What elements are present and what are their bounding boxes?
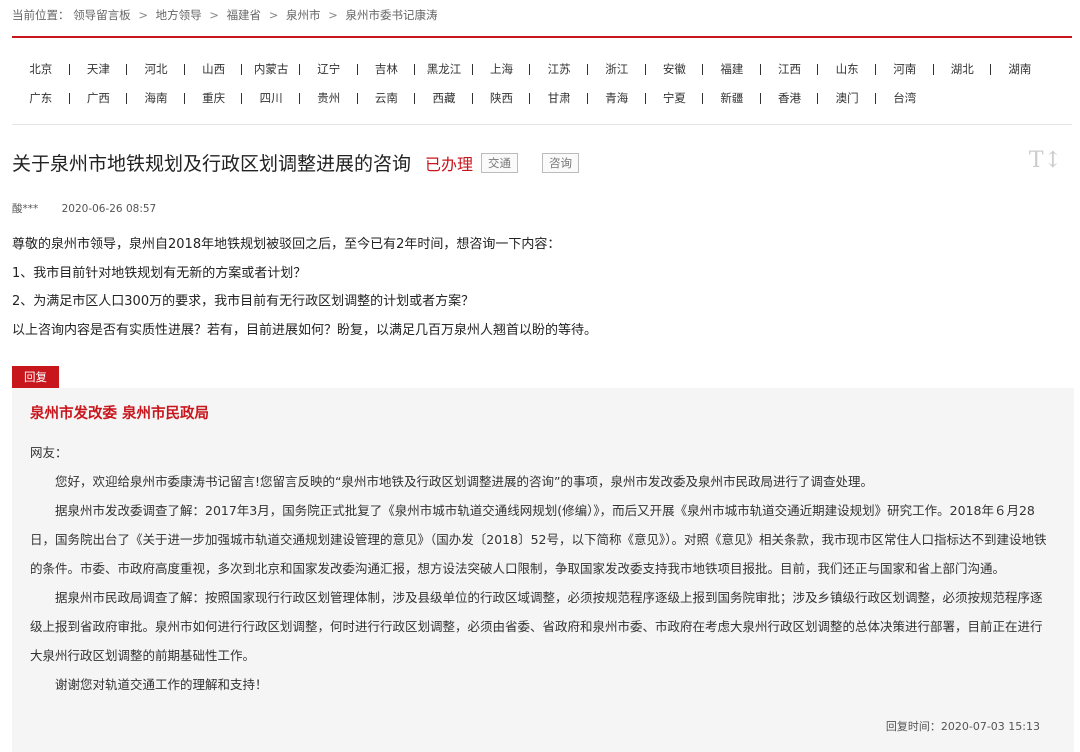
region-link[interactable]: 广东 <box>12 90 70 106</box>
region-link[interactable]: 甘肃 <box>530 90 588 106</box>
message-meta: 酸*** 2020-06-26 08:57 <box>12 201 156 216</box>
region-link[interactable]: 山东 <box>818 61 876 77</box>
region-link[interactable]: 贵州 <box>300 90 358 106</box>
message-paragraph: 1、我市目前针对地铁规划有无新的方案或者计划？ <box>12 265 307 281</box>
region-link[interactable]: 黑龙江 <box>415 61 473 77</box>
region-row-2: 广东 广西 海南 重庆 四川 贵州 云南 西藏 陕西 甘肃 青海 宁夏 新疆 香港 澳门 台湾 <box>12 83 1072 112</box>
breadcrumb-separator: > <box>328 8 338 22</box>
breadcrumb-separator: > <box>268 8 279 22</box>
tag-consult[interactable]: 咨询 <box>542 152 580 173</box>
region-row-1: 北京 天津 河北 山西 内蒙古 辽宁 吉林 黑龙江 上海 江苏 浙江 安徽 福建 江西 山东 河南 湖北 湖南 <box>12 54 1072 83</box>
reply-box: 泉州市发改委 泉州市民政局 网友： 您好，欢迎给泉州市委康涛书记留言!您留言反映… <box>12 388 1074 752</box>
region-link[interactable]: 香港 <box>761 90 819 106</box>
breadcrumb-item-city[interactable]: 泉州市 <box>286 8 321 22</box>
breadcrumb-item-leader[interactable]: 泉州市委书记康涛 <box>345 8 437 22</box>
reply-greeting: 网友： <box>30 445 68 460</box>
reply-badge: 回复 <box>12 366 59 388</box>
message-author: 酸*** <box>12 203 39 215</box>
breadcrumb-label: 当前位置： <box>12 8 70 22</box>
reply-paragraph: 据泉州市发改委调查了解：2017年3月，国务院正式批复了《泉州市城市轨道交通线网… <box>30 503 1047 576</box>
region-link[interactable]: 重庆 <box>185 90 243 106</box>
region-link[interactable]: 新疆 <box>703 90 761 106</box>
region-link[interactable]: 湖南 <box>991 61 1049 77</box>
reply-time: 回复时间：2020-07-03 15:13 <box>886 718 1040 734</box>
reply-paragraph: 您好，欢迎给泉州市委康涛书记留言!您留言反映的“泉州市地铁及行政区划调整进展的咨… <box>55 474 873 489</box>
breadcrumb: 当前位置： 领导留言板 > 地方领导 > 福建省 > 泉州市 > 泉州市委书记康… <box>12 7 437 23</box>
breadcrumb-separator: > <box>209 8 219 22</box>
reply-paragraph: 谢谢您对轨道交通工作的理解和支持！ <box>55 677 268 692</box>
section-divider <box>12 124 1072 125</box>
region-link[interactable]: 澳门 <box>818 90 876 106</box>
status-badge: 已办理 <box>425 154 474 174</box>
region-link[interactable]: 上海 <box>473 61 531 77</box>
region-link[interactable]: 宁夏 <box>646 90 704 106</box>
region-link[interactable]: 云南 <box>358 90 416 106</box>
breadcrumb-separator: > <box>138 8 148 22</box>
region-link[interactable]: 青海 <box>588 90 646 106</box>
region-link[interactable]: 内蒙古 <box>242 61 300 77</box>
region-link[interactable]: 安徽 <box>646 61 704 77</box>
message-body: 尊敬的泉州市领导，泉州自2018年地铁规划被驳回之后，至今已有2年时间，想咨询一… <box>12 236 1072 350</box>
region-link[interactable]: 陕西 <box>473 90 531 106</box>
region-link[interactable]: 西藏 <box>415 90 473 106</box>
message-time: 2020-06-26 08:57 <box>61 203 157 215</box>
region-link[interactable]: 台湾 <box>876 90 934 106</box>
reply-time-label: 回复时间： <box>885 720 941 733</box>
font-size-icon[interactable]: T↕ <box>1029 148 1062 173</box>
region-link[interactable]: 河南 <box>876 61 934 77</box>
message-paragraph: 以上咨询内容是否有实质性进展？若有，目前进展如何？盼复，以满足几百万泉州人翘首以… <box>12 322 598 338</box>
region-link[interactable]: 四川 <box>242 90 300 106</box>
breadcrumb-item-local[interactable]: 地方领导 <box>156 8 202 22</box>
breadcrumb-item-province[interactable]: 福建省 <box>227 8 262 22</box>
reply-organization: 泉州市发改委 泉州市民政局 <box>30 406 210 422</box>
region-link[interactable]: 河北 <box>127 61 185 77</box>
region-link[interactable]: 辽宁 <box>300 61 358 77</box>
message-title-row: 关于泉州市地铁规划及行政区划调整进展的咨询 已办理 交通 咨询 <box>12 149 580 176</box>
region-link[interactable]: 福建 <box>703 61 761 77</box>
message-paragraph: 2、为满足市区人口300万的要求，我市目前有无行政区划调整的计划或者方案？ <box>12 294 475 309</box>
region-link[interactable]: 浙江 <box>588 61 646 77</box>
region-link[interactable]: 江西 <box>761 61 819 77</box>
region-link[interactable]: 广西 <box>70 90 128 106</box>
header-divider <box>12 36 1072 38</box>
message-title: 关于泉州市地铁规划及行政区划调整进展的咨询 <box>12 153 412 175</box>
region-link[interactable]: 江苏 <box>530 61 588 77</box>
region-link[interactable]: 湖北 <box>934 61 992 77</box>
region-link[interactable]: 海南 <box>127 90 185 106</box>
region-link[interactable]: 天津 <box>70 61 128 77</box>
region-link[interactable]: 吉林 <box>358 61 416 77</box>
region-nav: 北京 天津 河北 山西 内蒙古 辽宁 吉林 黑龙江 上海 江苏 浙江 安徽 福建 江西 山东 河南 湖北 湖南 广… <box>12 54 1072 112</box>
reply-time-value: 2020-07-03 15:13 <box>940 720 1040 733</box>
message-paragraph: 尊敬的泉州市领导，泉州自2018年地铁规划被驳回之后，至今已有2年时间，想咨询一… <box>12 237 561 252</box>
breadcrumb-item-board[interactable]: 领导留言板 <box>73 8 131 22</box>
reply-body: 网友： 您好，欢迎给泉州市委康涛书记留言!您留言反映的“泉州市地铁及行政区划调整… <box>30 438 1050 699</box>
region-link[interactable]: 山西 <box>185 61 243 77</box>
region-link[interactable]: 北京 <box>12 61 70 77</box>
reply-paragraph: 据泉州市民政局调查了解：按照国家现行行政区划管理体制，涉及县级单位的行政区域调整… <box>30 590 1043 663</box>
tag-traffic[interactable]: 交通 <box>481 152 519 173</box>
